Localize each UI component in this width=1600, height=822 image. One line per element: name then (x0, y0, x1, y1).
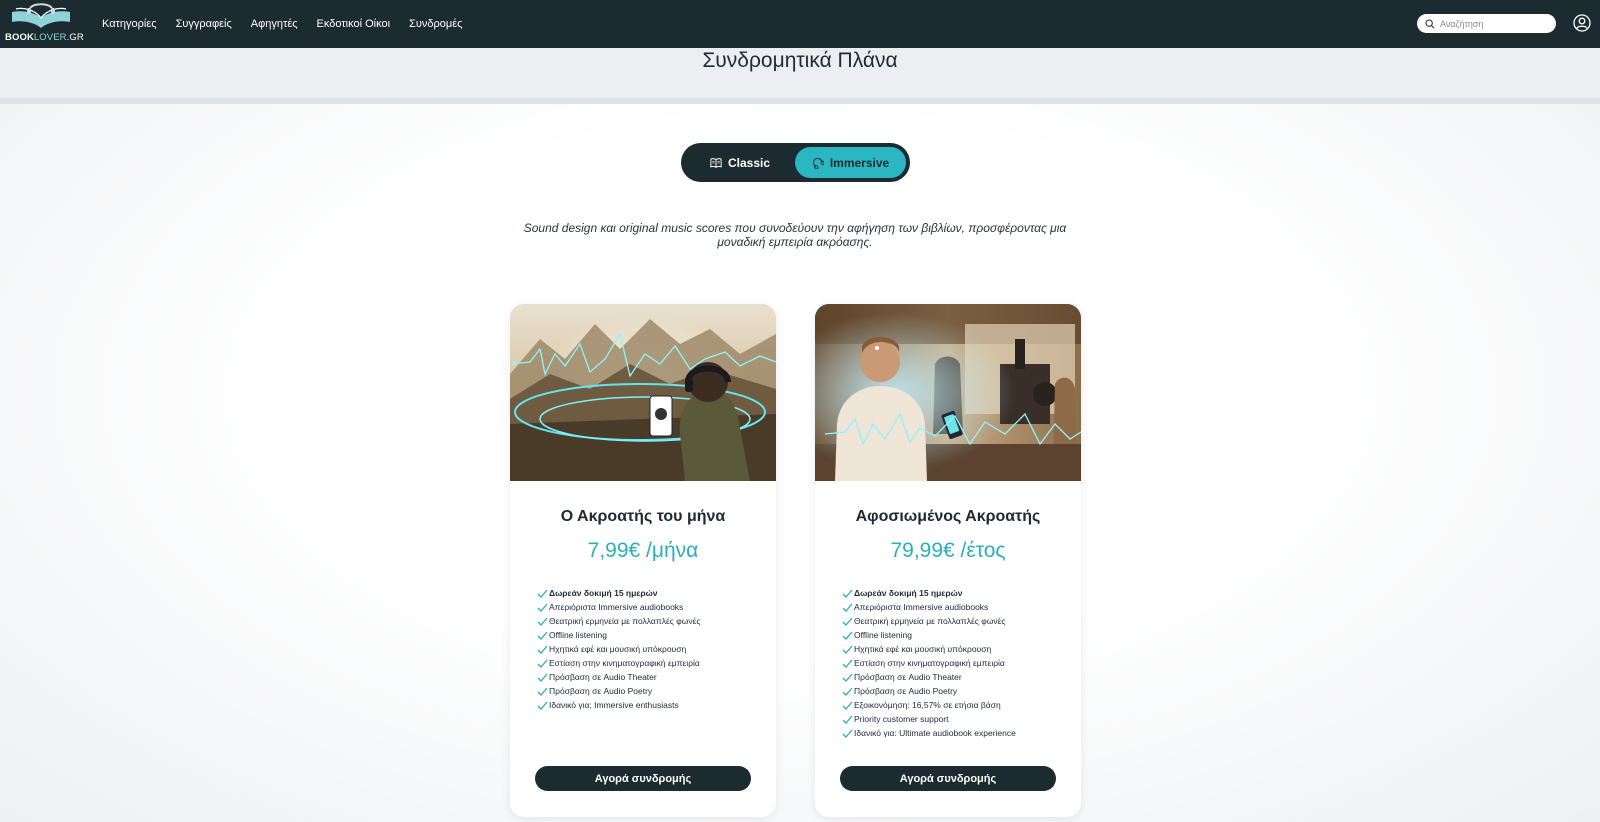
check-icon (537, 603, 548, 612)
feature-item: Ηχητικά εφέ και μουσική υπόκρουση (842, 642, 1081, 656)
toggle-classic[interactable]: Classic (685, 147, 795, 178)
check-icon (842, 687, 853, 696)
check-icon (537, 631, 548, 640)
check-icon (842, 701, 853, 710)
plan-features: Δωρεάν δοκιμή 15 ημερών Απεριόριστα Imme… (537, 586, 776, 712)
main-background (0, 104, 1600, 822)
buy-subscription-button[interactable]: Αγορά συνδρομής (535, 766, 751, 791)
check-icon (537, 687, 548, 696)
toggle-classic-label: Classic (727, 155, 771, 170)
feature-item: Θεατρική ερμηνεία με πολλαπλές φωνές (537, 614, 776, 628)
plan-card-yearly: Αφοσιωμένος Ακροατής 79,99€ /έτος Δωρεάν… (815, 304, 1081, 817)
feature-item: Εστίαση στην κινηματογραφική εμπειρία (537, 656, 776, 670)
check-icon (842, 729, 853, 738)
check-icon (537, 701, 548, 710)
check-icon (842, 631, 853, 640)
user-account-icon[interactable] (1573, 14, 1591, 32)
check-icon (842, 673, 853, 682)
feature-item: Εστίαση στην κινηματογραφική εμπειρία (842, 656, 1081, 670)
feature-item: Offline listening (842, 628, 1081, 642)
feature-item: Δωρεάν δοκιμή 15 ημερών (842, 586, 1081, 600)
plan-type-toggle: Classic Immersive (681, 143, 910, 182)
nav-authors[interactable]: Συγγραφείς (176, 18, 232, 30)
toggle-immersive[interactable]: Immersive (795, 147, 906, 178)
listener-mountains-image (510, 304, 776, 481)
nav-categories[interactable]: Κατηγορίες (102, 18, 157, 30)
check-icon (842, 715, 853, 724)
check-icon (537, 673, 548, 682)
buy-subscription-button[interactable]: Αγορά συνδρομής (840, 766, 1056, 791)
top-navbar: BOOKLOVER.GR Κατηγορίες Συγγραφείς Αφηγη… (0, 0, 1600, 48)
nav-subscriptions[interactable]: Συνδρομές (409, 18, 462, 30)
feature-item: Ηχητικά εφέ και μουσική υπόκρουση (537, 642, 776, 656)
plan-title: Αφοσιωμένος Ακροατής (855, 508, 1041, 525)
logo-text: BOOKLOVER.GR (5, 32, 84, 43)
book-open-icon (710, 157, 722, 168)
check-icon (537, 645, 548, 654)
plan-image-yearly (815, 304, 1081, 481)
feature-item: Πρόσβαση σε Audio Poetry (842, 684, 1081, 698)
feature-item: Priority customer support (842, 712, 1081, 726)
plan-features: Δωρεάν δοκιμή 15 ημερών Απεριόριστα Imme… (842, 586, 1081, 740)
plan-title: Ο Ακροατής του μήνα (560, 508, 726, 525)
nav-narrators[interactable]: Αφηγητές (251, 18, 298, 30)
feature-item: Ιδανικό για: Ultimate audiobook experien… (842, 726, 1081, 740)
feature-item: Ιδανικό για: Immersive enthusiasts (537, 698, 776, 712)
check-icon (842, 645, 853, 654)
feature-item: Πρόσβαση σε Audio Poetry (537, 684, 776, 698)
check-icon (842, 617, 853, 626)
feature-item: Απεριόριστα Immersive audiobooks (537, 600, 776, 614)
toggle-immersive-label: Immersive (829, 155, 890, 170)
search-box[interactable] (1417, 14, 1556, 33)
feature-item: Πρόσβαση σε Audio Theater (537, 670, 776, 684)
feature-item: Απεριόριστα Immersive audiobooks (842, 600, 1081, 614)
page-title: Συνδρομητικά Πλάνα (702, 49, 898, 72)
check-icon (842, 589, 853, 598)
check-icon (842, 603, 853, 612)
nav-publishers[interactable]: Εκδοτικοί Οίκοι (317, 18, 391, 30)
feature-item: Θεατρική ερμηνεία με πολλαπλές φωνές (842, 614, 1081, 628)
plan-description: Sound design και original music scores π… (523, 221, 1067, 249)
plan-card-monthly: Ο Ακροατής του μήνα 7,99€ /μήνα Δωρεάν δ… (510, 304, 776, 817)
plan-price: 79,99€ /έτος (890, 539, 1006, 562)
plan-price: 7,99€ /μήνα (587, 539, 699, 562)
site-logo[interactable]: BOOKLOVER.GR (0, 0, 84, 48)
feature-item: Πρόσβαση σε Audio Theater (842, 670, 1081, 684)
check-icon (842, 659, 853, 668)
search-input[interactable] (1440, 18, 1550, 29)
headphones-icon (812, 157, 824, 169)
check-icon (537, 589, 548, 598)
feature-item: Δωρεάν δοκιμή 15 ημερών (537, 586, 776, 600)
plan-image-monthly (510, 304, 776, 481)
main-nav: Κατηγορίες Συγγραφείς Αφηγητές Εκδοτικοί… (102, 18, 481, 30)
listener-train-station-image (815, 304, 1081, 481)
open-book-logo-icon (12, 3, 70, 28)
search-icon (1425, 18, 1435, 29)
feature-item: Offline listening (537, 628, 776, 642)
check-icon (537, 617, 548, 626)
feature-item: Εξοικονόμηση: 16,57% σε ετήσια βάση (842, 698, 1081, 712)
check-icon (537, 659, 548, 668)
page-header: Συνδρομητικά Πλάνα (0, 48, 1600, 98)
